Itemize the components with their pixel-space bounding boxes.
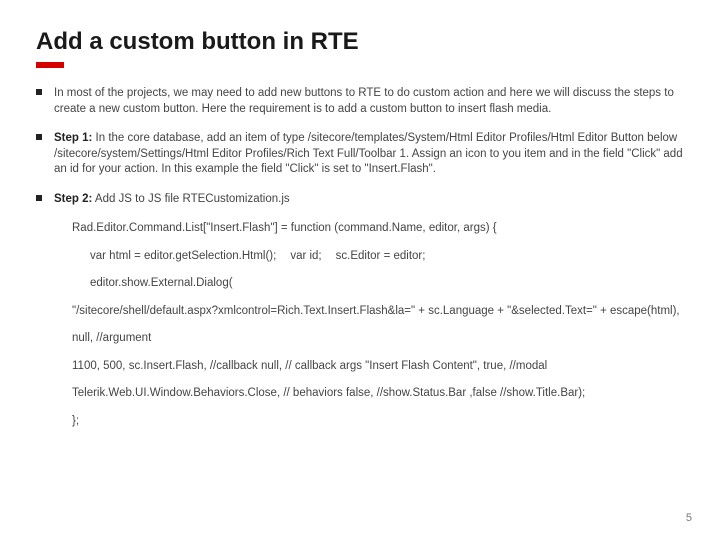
step1-text: In the core database, add an item of typ… bbox=[54, 132, 683, 175]
code-l2c: sc.Editor = editor; bbox=[336, 250, 426, 262]
code-l2b: var id; bbox=[290, 250, 321, 262]
bullet-list: In most of the projects, we may need to … bbox=[36, 86, 684, 207]
code-line-1: Rad.Editor.Command.List["Insert.Flash"] … bbox=[72, 221, 684, 237]
step2-text: Add JS to JS file RTECustomization.js bbox=[92, 193, 289, 205]
code-line-3: editor.show.External.Dialog( bbox=[72, 276, 684, 292]
step2-label: Step 2: bbox=[54, 193, 92, 205]
page-number: 5 bbox=[686, 512, 692, 524]
bullet-step1: Step 1: In the core database, add an ite… bbox=[36, 131, 684, 178]
page-title: Add a custom button in RTE bbox=[36, 28, 684, 56]
code-line-2: var html = editor.getSelection.Html(); va… bbox=[72, 249, 684, 265]
code-block: Rad.Editor.Command.List["Insert.Flash"] … bbox=[36, 221, 684, 429]
code-l2a: var html = editor.getSelection.Html(); bbox=[90, 250, 276, 262]
bullet-intro: In most of the projects, we may need to … bbox=[36, 86, 684, 117]
code-line-6: 1100, 500, sc.Insert.Flash, //callback n… bbox=[72, 359, 684, 375]
code-line-7: Telerik.Web.UI.Window.Behaviors.Close, /… bbox=[72, 386, 684, 402]
accent-bar bbox=[36, 62, 64, 68]
code-line-8: }; bbox=[72, 414, 684, 430]
bullet-step2: Step 2: Add JS to JS file RTECustomizati… bbox=[36, 192, 684, 208]
code-line-4: "/sitecore/shell/default.aspx?xmlcontrol… bbox=[72, 304, 684, 320]
step1-label: Step 1: bbox=[54, 132, 92, 144]
code-line-5: null, //argument bbox=[72, 331, 684, 347]
